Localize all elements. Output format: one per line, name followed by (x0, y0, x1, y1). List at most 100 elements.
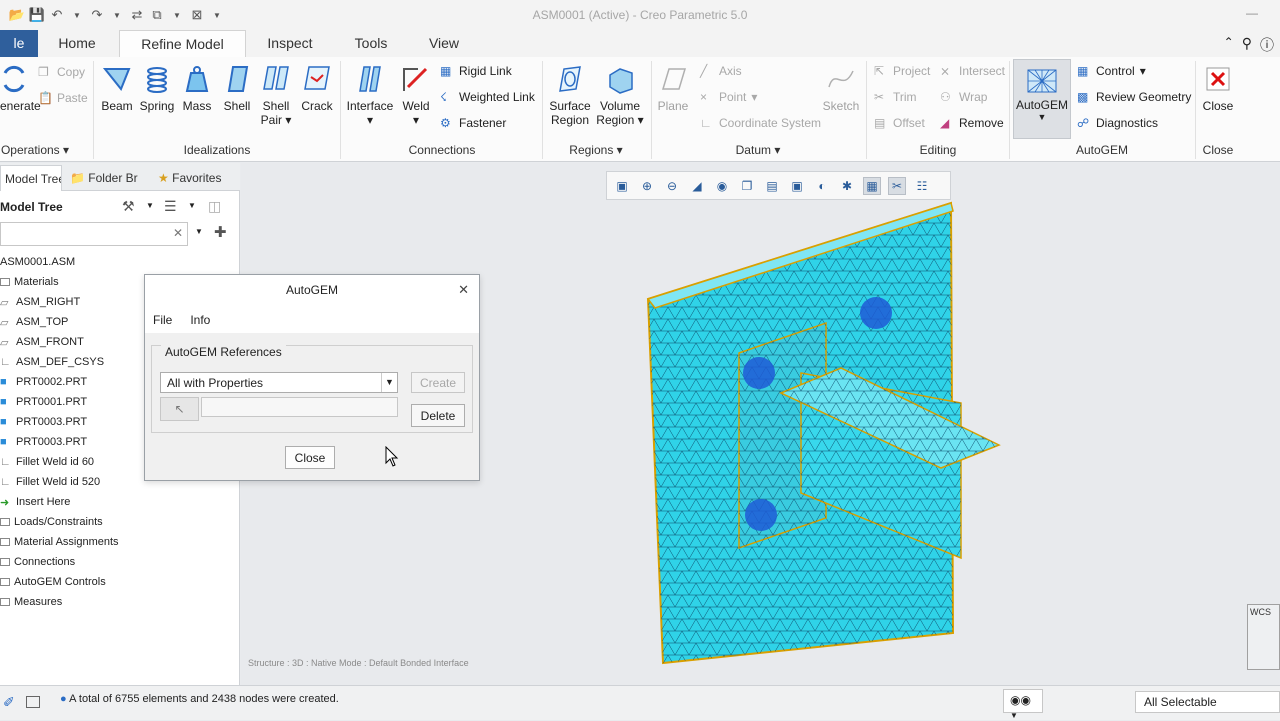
remove-button[interactable]: ◢ Remove (940, 116, 1004, 130)
graphics-toolbar-toggle-icon[interactable]: ✐ (3, 694, 15, 711)
tree-item[interactable]: Materials (0, 272, 59, 291)
collapse-ribbon-icon[interactable]: ⌃ (1224, 35, 1234, 55)
datum-group-label[interactable]: Datum ▾ (728, 143, 788, 157)
tree-item[interactable]: ▱ ASM_TOP (0, 312, 68, 331)
chevron-down-icon[interactable]: ▼ (146, 201, 154, 210)
fastener-button[interactable]: ⚙ Fastener (440, 116, 506, 130)
datum-display-icon[interactable]: ✱ (838, 177, 856, 195)
find-button[interactable]: ◉◉ ▼ (1003, 689, 1043, 720)
tab-view[interactable]: View (414, 30, 474, 57)
tree-item[interactable]: ■ PRT0001.PRT (0, 392, 87, 411)
mesh-display-icon[interactable]: ▦ (863, 176, 881, 195)
refit-icon[interactable]: ▣ (613, 177, 631, 195)
plane-button[interactable]: Plane (654, 63, 692, 113)
repaint-icon[interactable]: ◢ (688, 177, 706, 195)
close-ribbon-button[interactable]: Close (1200, 63, 1236, 113)
crack-button[interactable]: Crack (298, 63, 336, 113)
review-geometry-button[interactable]: ▩ Review Geometry (1077, 90, 1191, 104)
coordinate-system-button[interactable]: ∟ Coordinate System (700, 116, 821, 130)
point-button[interactable]: × Point ▾ (700, 90, 757, 104)
tree-item[interactable]: Material Assignments (0, 532, 119, 551)
tab-model-tree[interactable]: Model Tree (0, 165, 62, 191)
tree-item[interactable]: ∟ Fillet Weld id 60 (0, 452, 94, 471)
reference-type-select[interactable]: All with Properties ▼ (160, 372, 398, 393)
weld-button[interactable]: Weld ▾ (398, 63, 434, 127)
menu-file[interactable]: File (153, 313, 172, 333)
tree-item[interactable]: Loads/Constraints (0, 512, 103, 531)
tree-item[interactable]: ▱ ASM_RIGHT (0, 292, 80, 311)
tree-item[interactable]: ∟ Fillet Weld id 520 (0, 472, 100, 491)
paste-button[interactable]: 📋 Paste (38, 91, 88, 105)
chevron-down-icon[interactable]: ▼ (195, 227, 203, 236)
tab-file[interactable]: le (0, 30, 38, 57)
intersect-button[interactable]: ⨯ Intersect (940, 64, 1005, 78)
annotation-display-icon[interactable]: ◐ (813, 177, 831, 195)
tree-item-root[interactable]: ASM0001.ASM (0, 252, 75, 271)
offset-button[interactable]: ▤ Offset (874, 116, 925, 130)
connection-display-icon[interactable]: ✂ (888, 176, 906, 195)
selection-filter[interactable]: All Selectable (1135, 691, 1280, 713)
add-icon[interactable]: ✚ (214, 223, 227, 241)
copy-button[interactable]: ❐ Copy (38, 65, 85, 79)
tree-item[interactable]: Measures (0, 592, 62, 611)
control-button[interactable]: ▦ Control ▾ (1077, 64, 1146, 78)
search-icon[interactable]: ⚲ (1242, 35, 1252, 55)
perspective-icon[interactable]: ▣ (788, 177, 806, 195)
tree-item[interactable]: Connections (0, 552, 75, 571)
mass-button[interactable]: Mass (178, 63, 216, 113)
spring-button[interactable]: Spring (138, 63, 176, 113)
trim-button[interactable]: ✂ Trim (874, 90, 917, 104)
tree-item[interactable]: ■ PRT0002.PRT (0, 372, 87, 391)
show-icon[interactable]: ☰ (164, 198, 177, 215)
project-button[interactable]: ⇱ Project (874, 64, 930, 78)
menu-info[interactable]: Info (190, 313, 210, 333)
close-icon[interactable]: ✕ (458, 282, 469, 298)
tab-favorites[interactable]: ★ Favorites (154, 165, 236, 191)
wrap-button[interactable]: ⚇ Wrap (940, 90, 987, 104)
surface-region-button[interactable]: Surface Region (546, 63, 594, 127)
zoom-in-icon[interactable]: ⊕ (638, 177, 656, 195)
tree-search-input[interactable]: ✕ (0, 222, 188, 246)
diagnostics-button[interactable]: ☍ Diagnostics (1077, 116, 1158, 130)
interface-button[interactable]: Interface ▾ (344, 63, 396, 127)
weighted-link-button[interactable]: ☇ Weighted Link (440, 90, 535, 104)
simulation-display-icon[interactable]: ☷ (913, 177, 931, 195)
reference-collector[interactable] (201, 397, 398, 417)
sketch-button[interactable]: Sketch (820, 63, 862, 113)
axis-button[interactable]: ╱ Axis (700, 64, 742, 78)
tab-folder-browser[interactable]: 📁 Folder Br (66, 165, 148, 191)
shell-button[interactable]: Shell (218, 63, 256, 113)
fullscreen-icon[interactable] (26, 696, 40, 708)
operations-group-label[interactable]: Operations ▾ (0, 143, 70, 157)
tree-item[interactable]: ➜ Insert Here (0, 492, 70, 511)
saved-orientations-icon[interactable]: ❐ (738, 177, 756, 195)
tree-item[interactable]: ■ PRT0003.PRT (0, 412, 87, 431)
minimize-button[interactable]: — (1246, 6, 1258, 20)
clear-icon[interactable]: ✕ (173, 226, 183, 240)
tab-home[interactable]: Home (44, 30, 110, 57)
dialog-close-button[interactable]: Close (285, 446, 335, 469)
zoom-out-icon[interactable]: ⊖ (663, 177, 681, 195)
regenerate-button[interactable]: enerate (0, 63, 41, 113)
beam-button[interactable]: Beam (98, 63, 136, 113)
tree-filter-icon[interactable]: ◫ (208, 198, 221, 215)
display-style-icon[interactable]: ◉ (713, 177, 731, 195)
create-button[interactable]: Create (411, 372, 465, 393)
shell-pair-button[interactable]: Shell Pair ▾ (256, 63, 296, 127)
settings-icon[interactable]: ⚒ (122, 198, 135, 215)
chevron-down-icon[interactable]: ▼ (188, 201, 196, 210)
tab-refine-model[interactable]: Refine Model (119, 30, 246, 58)
tab-inspect[interactable]: Inspect (252, 30, 328, 57)
select-cursor-button[interactable]: ↖ (160, 397, 199, 421)
help-icon[interactable]: ⓘ (1260, 35, 1274, 55)
tree-item[interactable]: ▱ ASM_FRONT (0, 332, 84, 351)
tab-tools[interactable]: Tools (336, 30, 406, 57)
view-manager-icon[interactable]: ▤ (763, 177, 781, 195)
tree-item[interactable]: AutoGEM Controls (0, 572, 106, 591)
autogem-button[interactable]: AutoGEM ▼ (1013, 59, 1071, 139)
rigid-link-button[interactable]: ▦ Rigid Link (440, 64, 512, 78)
volume-region-button[interactable]: Volume Region ▾ (594, 63, 646, 127)
tree-item[interactable]: ■ PRT0003.PRT (0, 432, 87, 451)
regions-group-label[interactable]: Regions ▾ (566, 143, 626, 157)
delete-button[interactable]: Delete (411, 404, 465, 427)
